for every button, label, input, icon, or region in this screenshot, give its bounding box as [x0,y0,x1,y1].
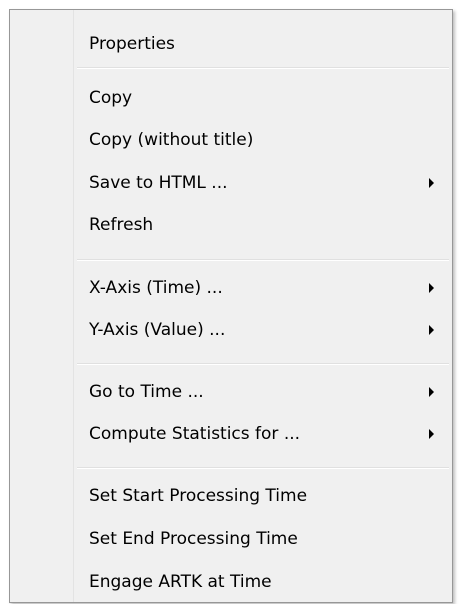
menu-item-save-to-html[interactable]: Save to HTML ... [10,168,452,198]
menu-item-y-axis[interactable]: Y-Axis (Value) ... [10,315,452,345]
menu-item-label: Compute Statistics for ... [89,424,301,444]
menu-item-label: Save to HTML ... [89,173,228,193]
menu-item-label: Set End Processing Time [89,529,298,549]
menu-separator [77,67,449,69]
menu-item-label: Refresh [89,215,154,235]
menu-item-set-start-processing-time[interactable]: Set Start Processing Time [10,481,452,511]
menu-separator [77,363,449,365]
menu-item-x-axis[interactable]: X-Axis (Time) ... [10,273,452,303]
menu-item-label: Engage ARTK at Time [89,572,272,592]
submenu-arrow-icon [429,178,434,188]
menu-separator [77,259,449,261]
menu-separator [77,467,449,469]
menu-item-set-end-processing-time[interactable]: Set End Processing Time [10,524,452,554]
menu-item-copy-without-title[interactable]: Copy (without title) [10,125,452,155]
menu-item-properties[interactable]: Properties [10,29,452,59]
menu-item-copy[interactable]: Copy [10,83,452,113]
menu-item-label: Y-Axis (Value) ... [89,320,226,340]
context-menu: Properties Copy Copy (without title) Sav… [9,9,453,603]
menu-item-refresh[interactable]: Refresh [10,210,452,240]
menu-item-go-to-time[interactable]: Go to Time ... [10,377,452,407]
menu-item-label: Copy (without title) [89,130,254,150]
submenu-arrow-icon [429,283,434,293]
menu-item-engage-artk-at-time[interactable]: Engage ARTK at Time [10,567,452,597]
menu-item-compute-statistics[interactable]: Compute Statistics for ... [10,419,452,449]
submenu-arrow-icon [429,325,434,335]
submenu-arrow-icon [429,429,434,439]
menu-item-label: Properties [89,34,175,54]
menu-item-label: Set Start Processing Time [89,486,308,506]
submenu-arrow-icon [429,387,434,397]
menu-item-label: Copy [89,88,133,108]
menu-item-label: X-Axis (Time) ... [89,278,223,298]
menu-item-label: Go to Time ... [89,382,204,402]
